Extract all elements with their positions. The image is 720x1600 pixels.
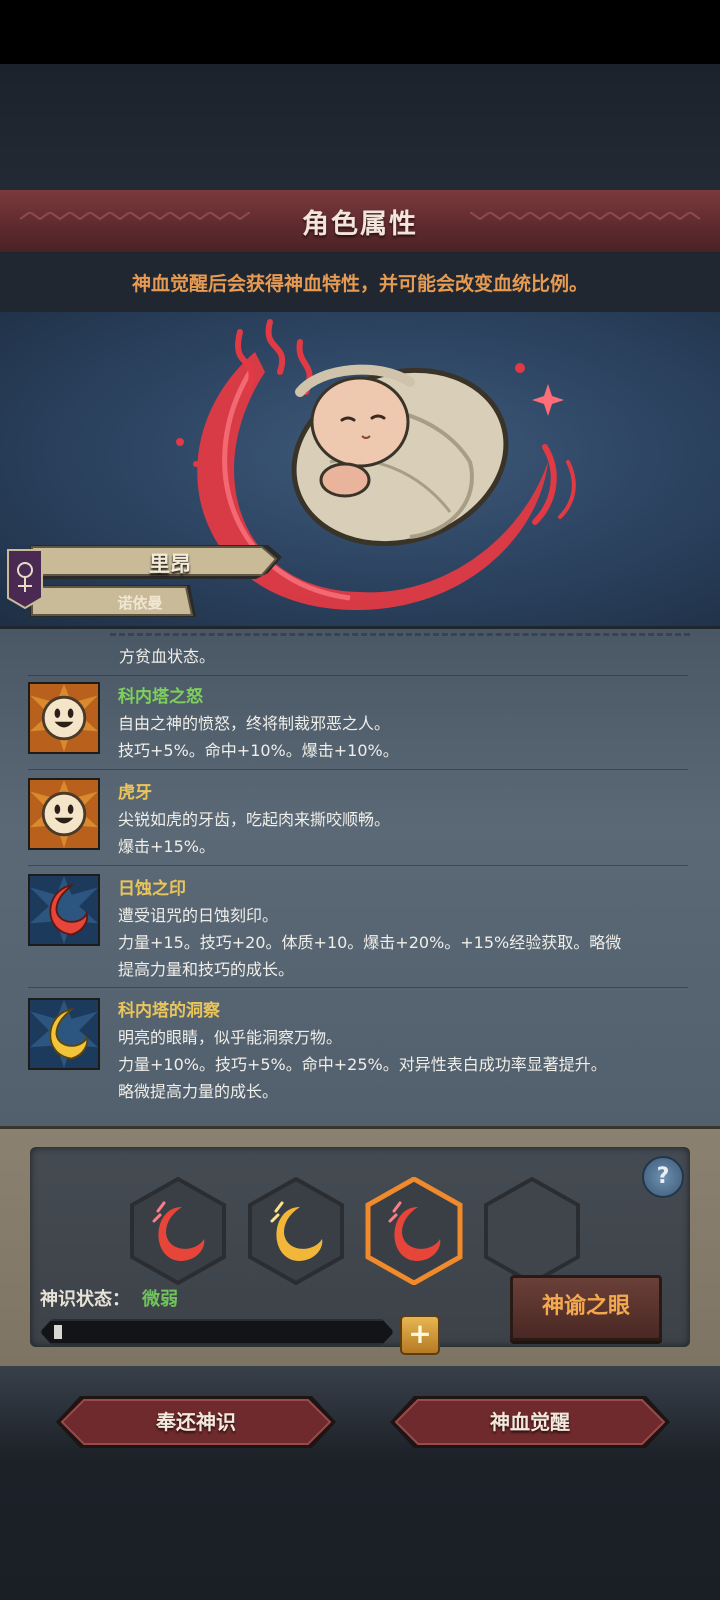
- divine-progress-fill: [54, 1325, 62, 1339]
- awaken-blood-label: 神血觉醒: [490, 1410, 570, 1434]
- background-top: [0, 64, 720, 190]
- trait-item[interactable]: 虎牙 尖锐如虎的牙齿，吃起肉来撕咬顺畅。 爆击+15%。: [28, 769, 688, 864]
- trait-effects-cont: 略微提高力量的成长。: [118, 1082, 279, 1101]
- page-title: 角色属性: [302, 208, 418, 240]
- divine-status-label: 神识状态：: [40, 1289, 130, 1310]
- divine-slot-gold[interactable]: [246, 1177, 346, 1285]
- trait-description: 尖锐如虎的牙齿，吃起肉来撕咬顺畅。: [118, 810, 391, 829]
- divine-slots-panel: ? 神识状态： 微弱 + 神谕之眼: [30, 1147, 690, 1355]
- trait-effects: 力量+15。技巧+20。体质+10。爆击+20%。+15%经验获取。略微: [118, 933, 622, 952]
- trait-name: 日蚀之印: [118, 879, 186, 899]
- title-ornament-right: [470, 212, 700, 221]
- oracle-eye-button[interactable]: 神谕之眼: [510, 1275, 662, 1341]
- smiley-face-icon: [28, 778, 100, 850]
- trait-description: 明亮的眼睛，似乎能洞察万物。: [118, 1028, 343, 1047]
- trait-effects: 爆击+15%。: [118, 837, 215, 856]
- awakening-notice: 神血觉醒后会获得神血特性，并可能会改变血统比例。: [0, 252, 720, 312]
- add-divine-button[interactable]: +: [400, 1315, 440, 1355]
- red-crescent-icon: [28, 874, 100, 946]
- trait-description: 遭受诅咒的日蚀刻印。: [118, 906, 279, 925]
- scroll-cut-line: [110, 629, 690, 636]
- trait-effects-cont: 提高力量和技巧的成长。: [118, 960, 295, 979]
- return-divine-label: 奉还神识: [156, 1410, 236, 1434]
- awaken-blood-button[interactable]: 神血觉醒: [388, 1394, 672, 1450]
- title-ornament-left: [20, 212, 250, 221]
- trait-name: 虎牙: [118, 783, 152, 803]
- divine-status-value: 微弱: [142, 1289, 178, 1310]
- trait-description: 自由之神的愤怒，终将制裁邪恶之人。: [118, 714, 391, 733]
- divine-slot-empty[interactable]: [482, 1177, 582, 1285]
- hero-name: 里昂: [149, 552, 191, 576]
- trait-description-cut: 方贫血状态。: [119, 647, 216, 666]
- trait-list[interactable]: 方贫血状态。 科内塔之怒 自由之神的愤怒，终将制裁邪恶之人。 技巧+5%。命中+…: [0, 626, 720, 1129]
- trait-effects: 力量+10%。技巧+5%。命中+25%。对异性表白成功率显著提升。: [118, 1055, 607, 1074]
- trait-item[interactable]: 科内塔的洞察 明亮的眼睛，似乎能洞察万物。 力量+10%。技巧+5%。命中+25…: [28, 987, 688, 1118]
- trait-name: 科内塔的洞察: [118, 1001, 220, 1021]
- help-button[interactable]: ?: [642, 1156, 684, 1198]
- divine-slot-red[interactable]: [128, 1177, 228, 1285]
- divine-blood-panel: ? 神识状态： 微弱 + 神谕之眼: [0, 1126, 720, 1369]
- divine-progress-bar: [40, 1319, 394, 1345]
- gold-crescent-icon: [28, 998, 100, 1070]
- clan-banner-icon: [7, 549, 43, 610]
- trait-effects: 技巧+5%。命中+10%。爆击+10%。: [118, 741, 399, 760]
- return-divine-button[interactable]: 奉还神识: [54, 1394, 338, 1450]
- hero-clan: 诺依曼: [117, 594, 163, 612]
- trait-item[interactable]: 日蚀之印 遭受诅咒的日蚀刻印。 力量+15。技巧+20。体质+10。爆击+20%…: [28, 865, 688, 984]
- trait-item[interactable]: 科内塔之怒 自由之神的愤怒，终将制裁邪恶之人。 技巧+5%。命中+10%。爆击+…: [28, 675, 688, 766]
- title-band: 角色属性: [0, 190, 720, 254]
- divine-slot-red-selected[interactable]: [364, 1177, 464, 1285]
- trait-name: 科内塔之怒: [118, 687, 203, 707]
- smiley-face-icon: [28, 682, 100, 754]
- status-bar-area: [0, 0, 720, 64]
